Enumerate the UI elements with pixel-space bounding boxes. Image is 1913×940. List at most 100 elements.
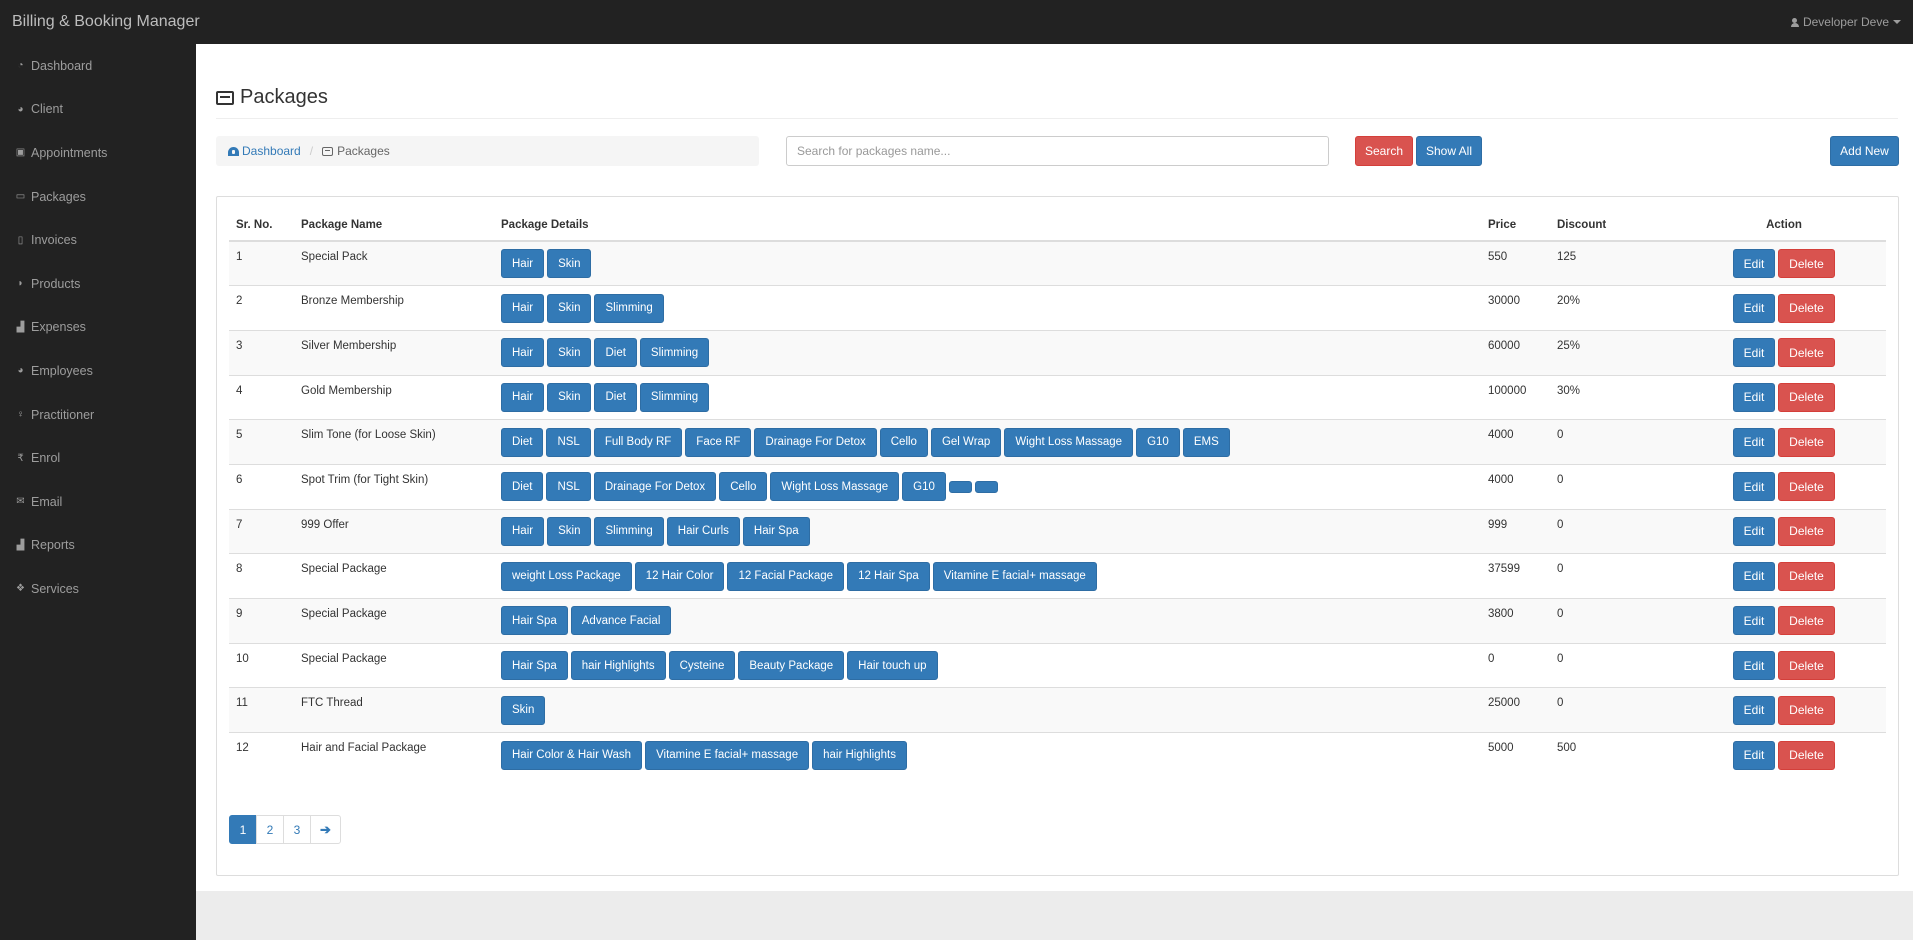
package-detail-tag[interactable]: Skin (547, 338, 592, 368)
package-detail-tag[interactable]: NSL (546, 472, 591, 502)
package-detail-tag[interactable]: Slimming (594, 293, 664, 323)
sidebar-item-reports[interactable]: ▟ Reports (0, 524, 196, 568)
sidebar-item-dashboard[interactable]: ◔ Dashboard (0, 44, 196, 88)
delete-button[interactable]: Delete (1778, 472, 1835, 502)
delete-button[interactable]: Delete (1778, 427, 1835, 457)
package-detail-tag[interactable]: Beauty Package (738, 651, 845, 681)
package-detail-tag[interactable]: Skin (547, 516, 592, 546)
package-detail-tag[interactable]: Wight Loss Massage (770, 472, 900, 502)
show-all-button[interactable]: Show All (1416, 136, 1482, 166)
package-detail-tag[interactable]: hair Highlights (812, 740, 907, 770)
package-detail-tag[interactable]: hair Highlights (570, 651, 666, 681)
breadcrumb-dashboard-link[interactable]: Dashboard (228, 144, 301, 158)
package-detail-tag[interactable]: 12 Facial Package (727, 561, 845, 591)
package-detail-tag[interactable]: Hair (501, 382, 545, 412)
sidebar-item-email[interactable]: ✉ Email (0, 480, 196, 524)
search-input[interactable] (786, 136, 1329, 166)
package-detail-tag[interactable]: Skin (547, 249, 592, 279)
sidebar-item-practitioner[interactable]: ♀ Practitioner (0, 393, 196, 437)
package-detail-tag[interactable]: Hair touch up (847, 651, 938, 681)
package-detail-tag[interactable]: Drainage For Detox (754, 427, 877, 457)
edit-button[interactable]: Edit (1733, 338, 1775, 368)
edit-button[interactable]: Edit (1733, 695, 1775, 725)
app-brand[interactable]: Billing & Booking Manager (12, 13, 200, 31)
package-detail-tag[interactable]: Hair Color & Hair Wash (501, 740, 643, 770)
package-detail-tag[interactable]: Diet (501, 472, 544, 502)
package-detail-tag[interactable]: 12 Hair Color (634, 561, 725, 591)
package-detail-tag[interactable]: Diet (594, 338, 637, 368)
delete-button[interactable]: Delete (1778, 338, 1835, 368)
package-detail-tag[interactable]: Hair Spa (501, 651, 568, 681)
package-detail-tag[interactable]: Slimming (594, 516, 664, 546)
edit-button[interactable]: Edit (1733, 516, 1775, 546)
package-detail-tag[interactable]: Cello (719, 472, 768, 502)
package-detail-tag[interactable]: Hair Curls (666, 516, 740, 546)
package-detail-tag[interactable]: NSL (546, 427, 591, 457)
edit-button[interactable]: Edit (1733, 740, 1775, 770)
package-detail-tag[interactable]: EMS (1182, 427, 1230, 457)
edit-button[interactable]: Edit (1733, 249, 1775, 279)
sidebar-item-expenses[interactable]: ▟ Expenses (0, 306, 196, 350)
package-detail-tag[interactable]: Diet (501, 427, 544, 457)
package-detail-tag[interactable]: Face RF (685, 427, 752, 457)
package-detail-tag[interactable]: Vitamine E facial+ massage (932, 561, 1097, 591)
sidebar-item-enrol[interactable]: ₹ Enrol (0, 436, 196, 480)
package-detail-tag[interactable]: G10 (1136, 427, 1180, 457)
page-link-2[interactable]: 2 (256, 815, 284, 844)
package-detail-tag[interactable]: Slimming (639, 338, 710, 368)
package-detail-tag[interactable]: G10 (902, 472, 946, 502)
edit-button[interactable]: Edit (1733, 427, 1775, 457)
package-detail-tag[interactable] (974, 480, 998, 493)
package-detail-tag[interactable]: Slimming (639, 382, 710, 412)
sidebar-item-products[interactable]: ◗ Products (0, 262, 196, 306)
delete-button[interactable]: Delete (1778, 249, 1835, 279)
sidebar-item-employees[interactable]: ◕ Employees (0, 349, 196, 393)
delete-button[interactable]: Delete (1778, 651, 1835, 681)
edit-button[interactable]: Edit (1733, 382, 1775, 412)
package-detail-tag[interactable]: Hair Spa (742, 516, 810, 546)
edit-button[interactable]: Edit (1733, 293, 1775, 323)
delete-button[interactable]: Delete (1778, 740, 1835, 770)
delete-button[interactable]: Delete (1778, 561, 1835, 591)
page-link-1[interactable]: 1 (229, 815, 257, 844)
search-button[interactable]: Search (1355, 136, 1413, 166)
package-detail-tag[interactable]: Diet (594, 382, 637, 412)
package-detail-tag[interactable]: 12 Hair Spa (847, 561, 930, 591)
package-detail-tag[interactable]: Cello (879, 427, 928, 457)
delete-button[interactable]: Delete (1778, 695, 1835, 725)
user-menu[interactable]: Developer Deve (1790, 15, 1901, 29)
package-detail-tag[interactable]: Drainage For Detox (593, 472, 717, 502)
package-detail-tag[interactable]: Vitamine E facial+ massage (645, 740, 810, 770)
sidebar-item-appointments[interactable]: ▣ Appointments (0, 131, 196, 175)
sidebar-item-packages[interactable]: ▭ Packages (0, 175, 196, 219)
package-detail-tag[interactable]: Cysteine (668, 651, 736, 681)
sidebar-item-services[interactable]: ❖ Services (0, 567, 196, 611)
package-detail-tag[interactable] (948, 480, 972, 493)
package-detail-tag[interactable]: Wight Loss Massage (1004, 427, 1134, 457)
package-detail-tag[interactable]: Gel Wrap (930, 427, 1002, 457)
package-detail-tag[interactable]: Hair (501, 516, 545, 546)
package-detail-tag[interactable]: Advance Facial (570, 606, 672, 636)
delete-button[interactable]: Delete (1778, 293, 1835, 323)
edit-button[interactable]: Edit (1733, 472, 1775, 502)
package-detail-tag[interactable]: weight Loss Package (501, 561, 632, 591)
delete-button[interactable]: Delete (1778, 382, 1835, 412)
package-detail-tag[interactable]: Hair (501, 249, 545, 279)
edit-button[interactable]: Edit (1733, 561, 1775, 591)
add-new-button[interactable]: Add New (1830, 136, 1899, 166)
sidebar-item-invoices[interactable]: ▯ Invoices (0, 218, 196, 262)
package-detail-tag[interactable]: Full Body RF (593, 427, 683, 457)
delete-button[interactable]: Delete (1778, 606, 1835, 636)
page-next-button[interactable]: ➔ (310, 815, 341, 844)
package-detail-tag[interactable]: Hair (501, 293, 545, 323)
edit-button[interactable]: Edit (1733, 606, 1775, 636)
edit-button[interactable]: Edit (1733, 651, 1775, 681)
page-link-3[interactable]: 3 (283, 815, 311, 844)
package-detail-tag[interactable]: Hair Spa (501, 606, 568, 636)
package-detail-tag[interactable]: Hair (501, 338, 545, 368)
sidebar-item-client[interactable]: ◕ Client (0, 88, 196, 132)
delete-button[interactable]: Delete (1778, 516, 1835, 546)
package-detail-tag[interactable]: Skin (547, 382, 592, 412)
package-detail-tag[interactable]: Skin (501, 695, 546, 725)
package-detail-tag[interactable]: Skin (547, 293, 592, 323)
